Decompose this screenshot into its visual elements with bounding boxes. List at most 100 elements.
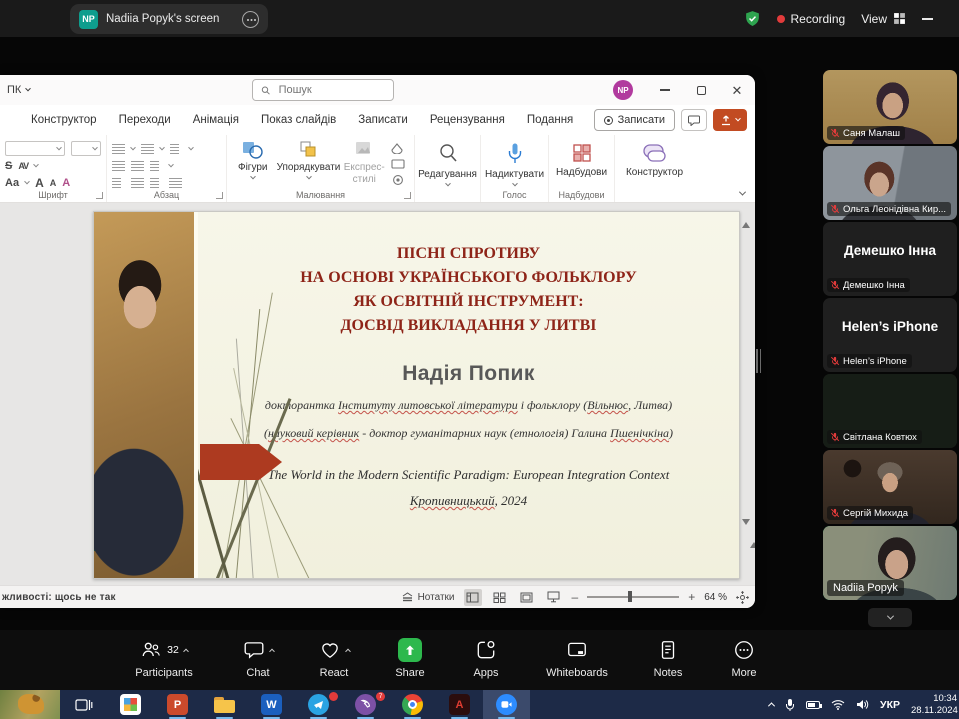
shrink-font-icon[interactable]: A	[50, 178, 57, 188]
share-presentation-button[interactable]	[713, 109, 747, 131]
battery-icon[interactable]	[806, 701, 820, 709]
shape-outline-icon[interactable]	[389, 158, 409, 170]
previous-slide-icon[interactable]	[750, 525, 755, 548]
grow-font-icon[interactable]: A	[35, 176, 44, 190]
tab-transitions[interactable]: Переходи	[108, 105, 182, 135]
apps-button[interactable]: Apps	[458, 638, 514, 679]
normal-view-button[interactable]	[464, 589, 482, 606]
microsoft-store-button[interactable]	[107, 690, 154, 719]
numbering-icon[interactable]	[141, 144, 154, 154]
powerpoint-taskbar-button[interactable]: P	[154, 690, 201, 719]
zoom-in-button[interactable]: +	[688, 590, 695, 604]
notes-button[interactable]: Notes	[640, 638, 696, 679]
clear-formatting-icon[interactable]: A	[62, 177, 70, 189]
participant-tile-helen[interactable]: Helen’s iPhone Helen’s iPhone	[823, 298, 957, 372]
participants-button[interactable]: 32 Participants	[118, 638, 210, 679]
viber-button[interactable]: 7	[342, 690, 389, 719]
tab-view[interactable]: Подання	[516, 105, 584, 135]
character-spacing-icon[interactable]: AV	[18, 161, 28, 171]
acrobat-button[interactable]: A	[436, 690, 483, 719]
chevron-up-icon[interactable]	[269, 649, 275, 655]
record-button[interactable]: Записати	[594, 109, 675, 131]
align-right-icon[interactable]	[150, 178, 163, 188]
shared-screen-pill[interactable]: NP Nadiia Popyk's screen	[70, 4, 268, 34]
collapse-sidebar-button[interactable]	[868, 608, 912, 627]
participant-tile-nadiia-active-speaker[interactable]: Nadiia Popyk	[823, 526, 957, 600]
language-indicator[interactable]: УКР	[880, 699, 900, 711]
react-button[interactable]: React	[306, 638, 362, 679]
zoom-slider-thumb[interactable]	[628, 591, 632, 602]
arrange-button[interactable]: Упорядкувати	[278, 140, 340, 186]
restore-window-button[interactable]	[683, 75, 719, 105]
shapes-button[interactable]: Фігури	[232, 140, 274, 186]
scroll-up-icon[interactable]	[742, 205, 750, 228]
zoom-slider[interactable]	[587, 596, 679, 598]
more-options-icon[interactable]	[242, 11, 259, 28]
notes-button[interactable]: Нотатки	[401, 591, 455, 603]
participant-tile-sanya[interactable]: Саня Малаш	[823, 70, 957, 144]
vertical-scrollbar[interactable]	[742, 205, 754, 583]
participant-tile-svitlana[interactable]: Світлана Ковтюх	[823, 374, 957, 448]
bullets-icon[interactable]	[112, 144, 125, 154]
align-left-icon[interactable]	[112, 178, 125, 188]
word-taskbar-button[interactable]: W	[248, 690, 295, 719]
zoom-out-button[interactable]: –	[572, 590, 579, 604]
accessibility-status[interactable]: жливості: щось не так	[2, 592, 116, 603]
slideshow-view-button[interactable]	[545, 589, 563, 606]
wifi-icon[interactable]	[831, 699, 845, 710]
list-level-icon[interactable]	[170, 144, 183, 154]
file-explorer-button[interactable]	[201, 690, 248, 719]
taskbar-clock[interactable]: 10:34 28.11.2024	[911, 693, 957, 716]
speaker-icon[interactable]	[856, 699, 869, 710]
collapse-ribbon-icon[interactable]	[739, 189, 746, 196]
paragraph-dialog-launcher[interactable]	[216, 192, 223, 199]
more-button[interactable]: More	[716, 638, 772, 679]
tab-slideshow[interactable]: Показ слайдів	[250, 105, 347, 135]
whiteboards-button[interactable]: Whiteboards	[534, 638, 620, 679]
chevron-up-icon[interactable]	[345, 649, 351, 655]
font-name-select[interactable]	[5, 141, 65, 156]
search-input[interactable]	[277, 83, 385, 97]
designer-button[interactable]: Конструктор	[620, 140, 689, 178]
quick-access-toolbar[interactable]: ПК	[7, 84, 30, 96]
scroll-down-icon[interactable]	[742, 519, 750, 542]
zoom-level[interactable]: 64 %	[704, 592, 727, 603]
shape-fill-icon[interactable]	[389, 142, 409, 154]
participant-tile-serhii[interactable]: Сергій Михида	[823, 450, 957, 524]
comments-button[interactable]	[681, 109, 707, 131]
align-center-icon[interactable]	[131, 178, 144, 188]
task-view-button[interactable]	[60, 690, 107, 719]
zoom-taskbar-button[interactable]	[483, 690, 530, 719]
security-shield-icon[interactable]	[744, 10, 761, 27]
strikethrough-icon[interactable]: S	[5, 160, 12, 172]
increase-indent-icon[interactable]	[131, 161, 144, 171]
tab-design[interactable]: Конструктор	[20, 105, 108, 135]
panel-resize-handle[interactable]	[756, 349, 762, 373]
tab-record[interactable]: Записати	[347, 105, 419, 135]
change-case-icon[interactable]: Aa	[5, 177, 19, 189]
tab-animations[interactable]: Анімація	[182, 105, 250, 135]
reading-view-button[interactable]	[518, 589, 536, 606]
slide-canvas[interactable]: ПІСНІ СПРОТИВУ НА ОСНОВІ УКРАЇНСЬКОГО ФО…	[93, 211, 740, 579]
chevron-up-icon[interactable]	[183, 649, 189, 655]
font-size-select[interactable]	[71, 141, 101, 156]
quick-styles-button[interactable]: Експрес-стилі	[344, 140, 386, 186]
dictate-button[interactable]: Надиктувати	[486, 140, 543, 187]
participant-tile-olha[interactable]: Ольга Леонідівна Кир...	[823, 146, 957, 220]
decrease-indent-icon[interactable]	[112, 161, 125, 171]
share-button[interactable]: Share	[382, 638, 438, 679]
account-avatar[interactable]: NP	[613, 80, 633, 100]
shape-effects-icon[interactable]	[389, 174, 409, 186]
chat-button[interactable]: Chat	[230, 638, 286, 679]
chrome-button[interactable]	[389, 690, 436, 719]
tab-review[interactable]: Рецензування	[419, 105, 516, 135]
justify-icon[interactable]	[169, 178, 182, 188]
minimize-window-button[interactable]	[647, 75, 683, 105]
tray-expand-icon[interactable]	[768, 702, 775, 709]
tray-mic-icon[interactable]	[785, 698, 795, 712]
columns-icon[interactable]	[150, 161, 163, 171]
recording-indicator[interactable]: Recording	[777, 12, 846, 26]
telegram-button[interactable]	[295, 690, 342, 719]
minimize-meeting-icon[interactable]	[922, 18, 933, 20]
close-window-button[interactable]: ✕	[719, 75, 755, 105]
